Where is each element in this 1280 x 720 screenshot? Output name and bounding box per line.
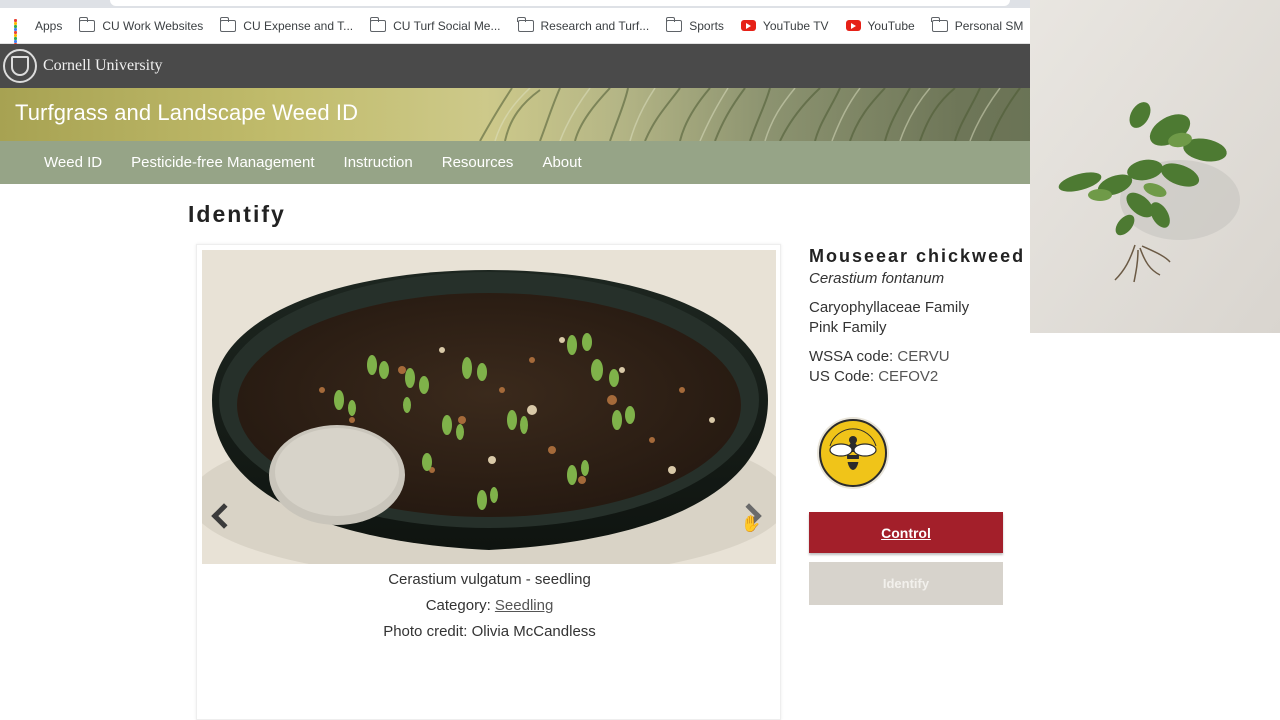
webcam-overlay bbox=[1030, 0, 1280, 333]
photo-caption: Cerastium vulgatum - seedling bbox=[388, 571, 591, 588]
nav-about[interactable]: About bbox=[542, 154, 581, 171]
seedling-photo bbox=[202, 250, 776, 564]
species-family: Caryophyllaceae Family bbox=[809, 299, 970, 316]
us-code: US Code: CEFOV2 bbox=[809, 368, 939, 385]
cornell-seal-icon[interactable] bbox=[3, 49, 37, 83]
page-title: Identify bbox=[188, 201, 286, 227]
photo-category: Category: Seedling bbox=[425, 597, 554, 614]
browser-page: Apps CU Work Websites CU Expense and T..… bbox=[0, 0, 1280, 720]
folder-icon bbox=[78, 16, 96, 32]
folder-icon bbox=[219, 16, 237, 32]
bookmark-folder-personal[interactable]: Personal SM bbox=[931, 16, 1023, 33]
bookmark-apps[interactable]: Apps bbox=[14, 18, 62, 46]
species-info: Mouseear chickweed Cerastium fontanum Ca… bbox=[809, 246, 1039, 385]
folder-icon bbox=[665, 16, 683, 32]
carousel-prev-button[interactable] bbox=[207, 498, 237, 534]
hand-cursor-icon: ✋ bbox=[741, 516, 761, 533]
apps-grid-icon bbox=[14, 18, 28, 46]
photo-credit: Photo credit: Olivia McCandless bbox=[383, 623, 596, 640]
bookmark-youtube[interactable]: YouTube bbox=[845, 19, 915, 33]
bookmark-folder-cu-work[interactable]: CU Work Websites bbox=[78, 16, 203, 33]
nav-resources[interactable]: Resources bbox=[442, 154, 514, 171]
identify-button[interactable]: Identify bbox=[809, 562, 1003, 605]
chevron-left-icon bbox=[211, 503, 237, 529]
bookmark-youtube-tv[interactable]: YouTube TV bbox=[740, 19, 829, 33]
bookmark-folder-sports[interactable]: Sports bbox=[665, 16, 724, 33]
species-scientific-name: Cerastium fontanum bbox=[809, 270, 945, 287]
folder-icon bbox=[931, 16, 948, 32]
site-title[interactable]: Turfgrass and Landscape Weed ID bbox=[15, 100, 358, 126]
folder-icon bbox=[517, 16, 534, 32]
species-family-common: Pink Family bbox=[809, 319, 887, 336]
bookmark-folder-cu-expense[interactable]: CU Expense and T... bbox=[219, 16, 353, 33]
bookmark-folder-cu-turf-social[interactable]: CU Turf Social Me... bbox=[369, 16, 501, 33]
wssa-code: WSSA code: CERVU bbox=[809, 348, 950, 365]
bookmark-folder-research[interactable]: Research and Turf... bbox=[517, 16, 649, 33]
pollinator-icon bbox=[816, 416, 890, 490]
folder-icon bbox=[369, 16, 387, 32]
youtube-icon bbox=[845, 20, 861, 31]
address-bar[interactable] bbox=[110, 0, 1010, 6]
nav-pesticide-free-management[interactable]: Pesticide-free Management bbox=[131, 154, 314, 171]
nav-instruction[interactable]: Instruction bbox=[344, 154, 413, 171]
category-link[interactable]: Seedling bbox=[495, 597, 553, 614]
image-carousel: ✋ Cerastium vulgatum - seedling Category… bbox=[196, 244, 781, 720]
grass-banner-image bbox=[479, 88, 1021, 141]
control-button[interactable]: Control bbox=[809, 512, 1003, 553]
species-common-name: Mouseear chickweed bbox=[809, 246, 1026, 266]
university-name[interactable]: Cornell University bbox=[43, 57, 163, 75]
youtube-icon bbox=[740, 20, 756, 31]
nav-weed-id[interactable]: Weed ID bbox=[44, 154, 102, 171]
